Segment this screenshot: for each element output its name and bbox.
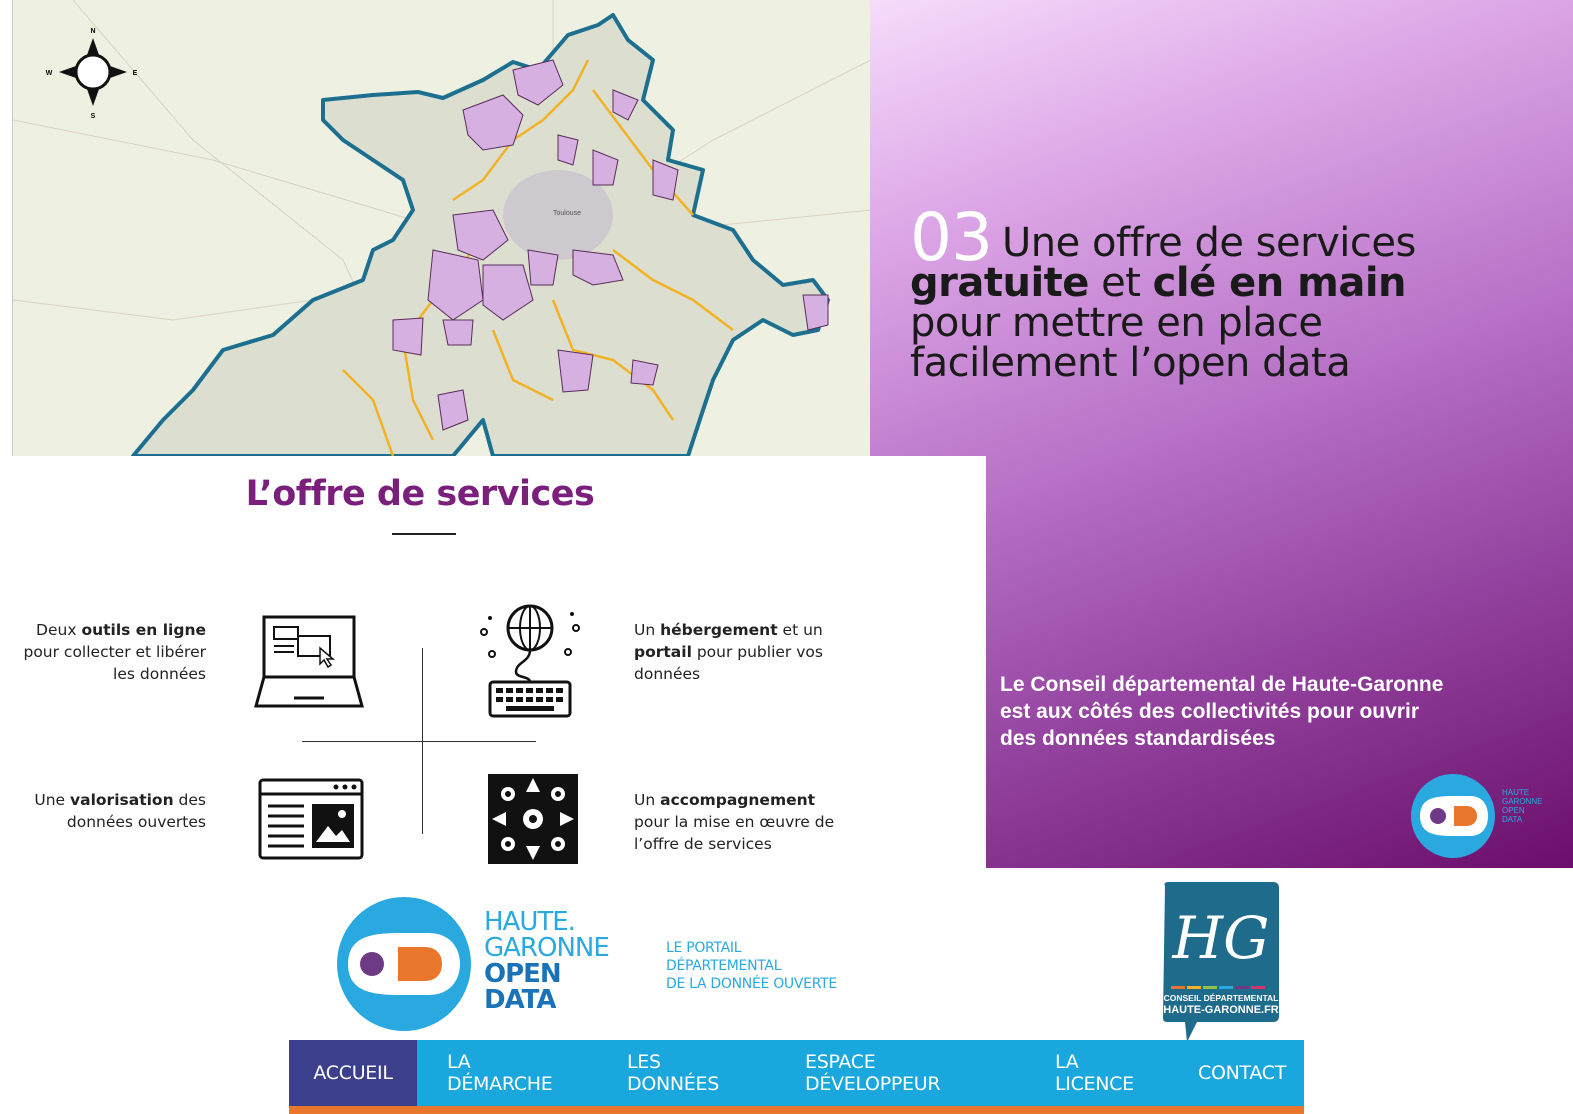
panel-title-line4: facilement l’open data [910,340,1351,386]
offer-item-tools: Deux outils en ligne pour collecter et l… [0,619,206,685]
offer-text-bold: outils en ligne [81,621,206,639]
territory-map: Toulouse N S W E [12,0,871,456]
od-brand-logo-icon [337,897,471,1031]
laptop-icon [254,615,364,708]
compass-n: N [90,28,95,35]
offer-item-support: Un accompagnement pour la mise en œuvre … [634,789,854,855]
team-hands-icon [488,774,578,864]
brand-name-line: OPEN [484,959,562,989]
nav-underline [289,1106,1304,1114]
compass-e: E [133,70,138,77]
offer-text-part: pour la mise en œuvre de l’offre de serv… [634,813,835,853]
offer-title-divider [392,533,456,535]
od-panel-logo-line: DATA [1502,815,1523,824]
nav-item-accueil[interactable]: ACCUEIL [289,1040,417,1106]
webpage-icon [258,778,364,860]
map-canvas: Toulouse N S W E [13,0,871,456]
hg-line1: CONSEIL DÉPARTEMENTAL [1164,993,1279,1003]
compass-s: S [91,113,96,120]
panel-title: 03 Une offre de services gratuite et clé … [910,205,1550,386]
offer-title: L’offre de services [245,474,595,514]
offer-text-bold: accompagnement [660,791,816,809]
nav-item-la-licence[interactable]: LA LICENCE [1025,1040,1180,1106]
od-panel-logo-text: HAUTE GARONNE OPEN DATA [1502,788,1542,824]
nav-item-les-donnees[interactable]: LES DONNÉES [597,1040,775,1106]
panel-description: Le Conseil départemental de Haute-Garonn… [1000,673,1444,750]
offer-divider-horizontal [302,741,536,742]
od-logo-icon [1411,774,1495,858]
offer-text-bold: portail [634,643,692,661]
offer-text-bold: valorisation [70,791,174,809]
od-panel-logo-line: HAUTE [1502,788,1530,797]
offer-text-part: pour collecter et libérer les données [23,643,206,683]
offer-item-hosting: Un hébergement et un portail pour publie… [634,619,834,685]
brand-tagline: LE PORTAIL DÉPARTEMENTAL DE LA DONNÉE OU… [666,939,837,993]
nav-item-espace-developpeur[interactable]: ESPACE DÉVELOPPEUR [775,1040,1025,1106]
offer-text-bold: hébergement [660,621,778,639]
offer-text-part: Une [34,791,71,809]
brand-name-line: HAUTE. [484,907,576,937]
offer-text-part: Un [634,791,661,809]
od-panel-logo-line: OPEN [1502,806,1525,815]
hg-department-logo-icon[interactable]: HG CONSEIL DÉPARTEMENTAL HAUTE-GARONNE.F… [1159,880,1283,1044]
tagline-line: DÉPARTEMENTAL [666,958,782,974]
globe-keyboard-icon [480,604,580,718]
tagline-line: DE LA DONNÉE OUVERTE [666,976,837,992]
compass-icon: N S W E [46,28,138,120]
offer-item-valorization: Une valorisation des données ouvertes [0,789,206,833]
nav-item-la-demarche[interactable]: LA DÉMARCHE [417,1040,597,1106]
offer-text-part: Deux [36,621,82,639]
od-panel-logo-line: GARONNE [1502,797,1543,806]
hg-monogram: HG [1172,904,1270,972]
brand-name-line: DATA [484,985,557,1015]
nav-item-contact[interactable]: CONTACT [1180,1040,1304,1106]
brand-name: HAUTE. GARONNE OPEN DATA [484,907,610,1015]
offer-card: L’offre de services Deux outils en ligne… [0,456,986,868]
main-navigation: ACCUEIL LA DÉMARCHE LES DONNÉES ESPACE D… [289,1040,1304,1106]
offer-text-part: et un [777,621,823,639]
brand-name-line: GARONNE [484,933,610,963]
offer-text-part: Un [634,621,661,639]
tagline-line: LE PORTAIL [666,940,742,956]
hg-line2: HAUTE-GARONNE.FR [1163,1004,1279,1016]
compass-w: W [46,70,53,77]
city-label: Toulouse [553,210,581,217]
